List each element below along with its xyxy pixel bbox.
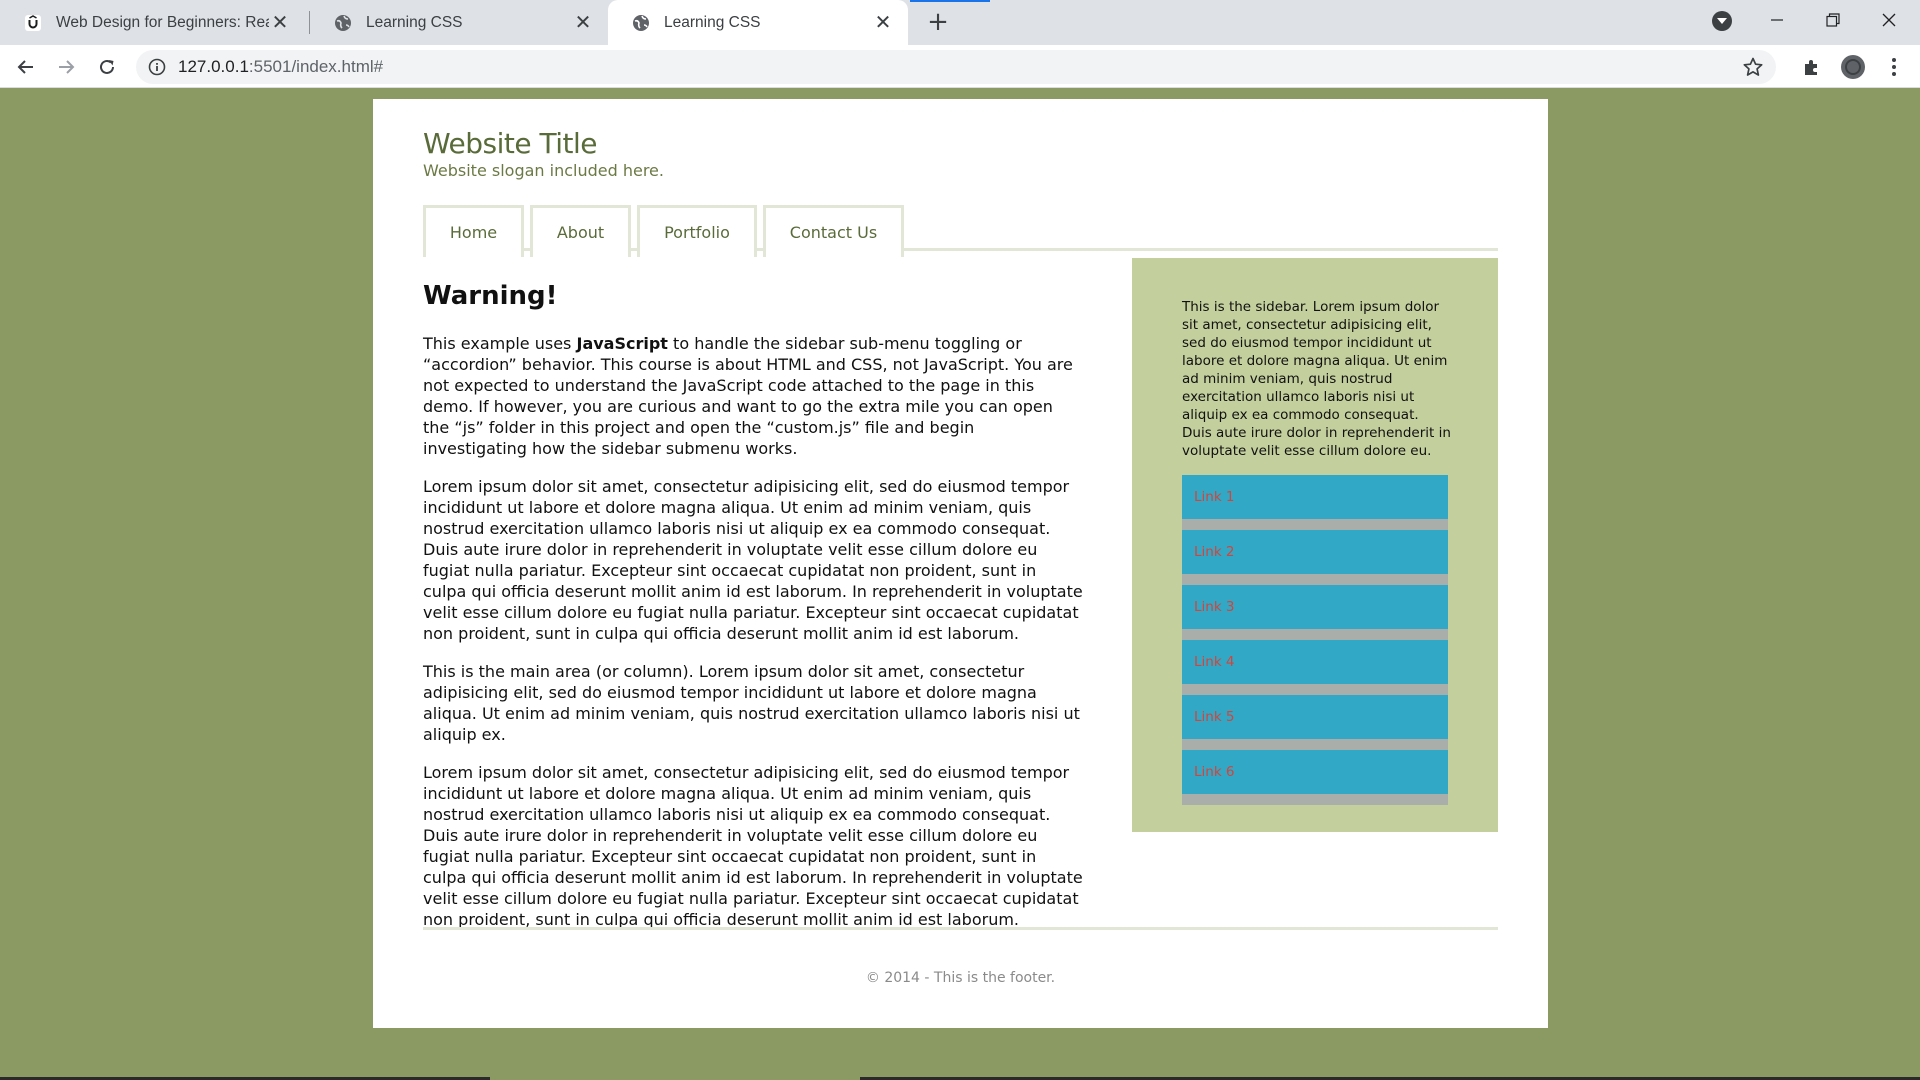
sidebar-link-3[interactable]: Link 3 [1182, 585, 1448, 629]
footer-divider [423, 927, 1498, 930]
bookmark-star-icon[interactable] [1742, 56, 1764, 78]
nav-contact[interactable]: Contact Us [763, 205, 904, 257]
sidebar: This is the sidebar. Lorem ipsum dolor s… [1132, 258, 1498, 832]
close-tab-icon[interactable]: ✕ [872, 12, 894, 34]
main-area-paragraph: This is the main area (or column). Lorem… [423, 662, 1080, 744]
site-title: Website Title [423, 127, 598, 160]
tab-strip: Web Design for Beginners: Real W ✕ Learn… [0, 0, 1920, 45]
close-tab-icon[interactable]: ✕ [269, 12, 291, 34]
restore-icon[interactable] [1806, 0, 1860, 40]
extensions-icon[interactable] [1796, 51, 1828, 83]
sidebar-link-2[interactable]: Link 2 [1182, 530, 1448, 574]
site-info-icon[interactable] [148, 58, 166, 76]
nav-portfolio[interactable]: Portfolio [637, 205, 757, 257]
main-nav: Home About Portfolio Contact Us [423, 205, 1498, 257]
url-path: :5501/index.html# [248, 57, 384, 76]
tab-title: Learning CSS [366, 13, 463, 31]
page-viewport: Website Title Website slogan included he… [0, 88, 1920, 1080]
tab-web-design[interactable]: Web Design for Beginners: Real W ✕ [0, 0, 305, 45]
browser-toolbar: 127.0.0.1:5501/index.html# [0, 45, 1920, 88]
p1-bold: JavaScript [576, 334, 668, 353]
sidebar-link-6[interactable]: Link 6 [1182, 750, 1448, 794]
sidebar-link-4[interactable]: Link 4 [1182, 640, 1448, 684]
nav-home[interactable]: Home [423, 205, 524, 257]
new-tab-button[interactable]: + [924, 9, 952, 37]
warning-heading: Warning! [423, 281, 558, 311]
address-bar[interactable]: 127.0.0.1:5501/index.html# [136, 50, 1776, 84]
tab-title: Web Design for Beginners: Real W [56, 13, 269, 31]
site-slogan: Website slogan included here. [423, 161, 664, 180]
url-host: 127.0.0.1 [178, 57, 249, 76]
tab-title: Learning CSS [664, 13, 761, 31]
sidebar-text: This is the sidebar. Lorem ipsum dolor s… [1182, 299, 1451, 459]
close-tab-icon[interactable]: ✕ [572, 12, 594, 34]
minimize-icon[interactable] [1750, 0, 1804, 40]
close-window-icon[interactable] [1862, 0, 1916, 40]
footer-text: © 2014 - This is the footer. [865, 970, 1056, 986]
loading-indicator [910, 0, 990, 2]
tab-learning-css[interactable]: Learning CSS ✕ [310, 0, 608, 45]
url-text: 127.0.0.1:5501/index.html# [178, 57, 383, 77]
profile-avatar-icon[interactable] [1837, 51, 1869, 83]
sidebar-link-1[interactable]: Link 1 [1182, 475, 1448, 519]
tab-learning-css-active[interactable]: Learning CSS ✕ [608, 0, 908, 45]
main-content: Warning! This example uses JavaScript to… [423, 281, 1083, 947]
reload-icon[interactable] [91, 51, 123, 83]
udemy-icon [24, 14, 42, 32]
globe-icon [632, 14, 650, 32]
sidebar-link-5[interactable]: Link 5 [1182, 695, 1448, 739]
tab-search-icon[interactable] [1712, 11, 1732, 31]
back-icon[interactable] [10, 51, 42, 83]
lorem-paragraph-2: Lorem ipsum dolor sit amet, consectetur … [423, 763, 1083, 929]
page-wrapper: Website Title Website slogan included he… [373, 99, 1548, 1028]
lorem-paragraph-1: Lorem ipsum dolor sit amet, consectetur … [423, 477, 1083, 643]
forward-icon[interactable] [50, 51, 82, 83]
warning-paragraph: This example uses JavaScript to handle t… [423, 333, 1083, 459]
sidebar-menu: Link 1 Link 2 Link 3 Link 4 Link 5 Link … [1182, 475, 1448, 805]
p1-before: This example uses [423, 334, 577, 353]
globe-icon [334, 14, 352, 32]
nav-about[interactable]: About [530, 205, 631, 257]
menu-kebab-icon[interactable] [1878, 51, 1910, 83]
